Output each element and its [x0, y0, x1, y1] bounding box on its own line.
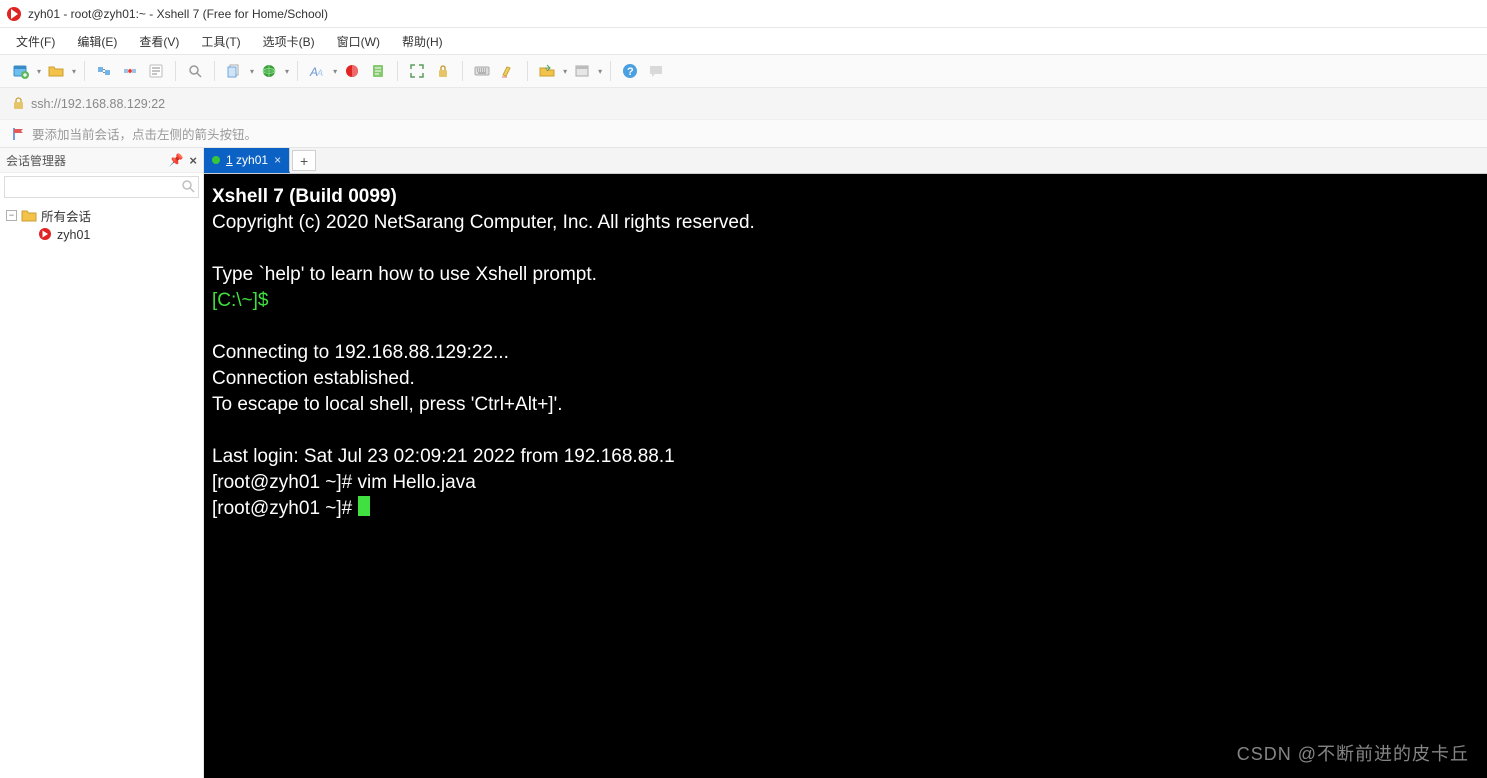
session-tree: − 所有会话 zyh01	[0, 201, 203, 249]
new-window-button[interactable]	[571, 60, 593, 82]
menu-view[interactable]: 查看(V)	[131, 30, 187, 53]
terminal[interactable]: Xshell 7 (Build 0099) Copyright (c) 2020…	[204, 174, 1487, 778]
keyboard-button[interactable]	[471, 60, 493, 82]
terminal-line: Xshell 7 (Build 0099)	[212, 186, 397, 207]
separator	[297, 61, 298, 81]
menu-bar: 文件(F) 编辑(E) 查看(V) 工具(T) 选项卡(B) 窗口(W) 帮助(…	[0, 28, 1487, 54]
new-session-button[interactable]	[10, 60, 32, 82]
svg-text:?: ?	[627, 66, 634, 78]
terminal-cursor	[358, 496, 370, 516]
separator	[84, 61, 85, 81]
terminal-line: Last login: Sat Jul 23 02:09:21 2022 fro…	[212, 446, 675, 467]
help-button[interactable]: ?	[619, 60, 641, 82]
separator	[462, 61, 463, 81]
address-text: ssh://192.168.88.129:22	[31, 97, 165, 111]
terminal-line: Connecting to 192.168.88.129:22...	[212, 342, 509, 363]
hint-text: 要添加当前会话，点击左侧的箭头按钮。	[32, 124, 257, 143]
workspace: 会话管理器 📌 × − 所有会话 zyh01	[0, 148, 1487, 778]
dropdown-icon[interactable]: ▾	[333, 67, 337, 76]
tree-item[interactable]: zyh01	[4, 225, 199, 245]
session-manager-panel: 会话管理器 📌 × − 所有会话 zyh01	[0, 148, 204, 778]
menu-file[interactable]: 文件(F)	[8, 30, 63, 53]
terminal-local-prompt: [C:\~]$	[212, 290, 269, 311]
dropdown-icon[interactable]: ▾	[563, 67, 567, 76]
address-bar[interactable]: ssh://192.168.88.129:22	[0, 88, 1487, 120]
lock-icon	[12, 97, 25, 110]
lock-button[interactable]	[432, 60, 454, 82]
flag-icon	[12, 127, 26, 141]
tab-close-icon[interactable]: ×	[274, 153, 281, 167]
dropdown-icon[interactable]: ▾	[285, 67, 289, 76]
tree-item-label: zyh01	[57, 228, 90, 242]
menu-edit[interactable]: 编辑(E)	[69, 30, 125, 53]
tab-session[interactable]: 1 zyh01 ×	[204, 148, 290, 173]
window-title: zyh01 - root@zyh01:~ - Xshell 7 (Free fo…	[28, 7, 328, 21]
terminal-line: Type `help' to learn how to use Xshell p…	[212, 264, 597, 285]
separator	[214, 61, 215, 81]
toolbar: ▾ ▾ ▾ ▾ AA ▾ ▾ ▾ ?	[0, 54, 1487, 88]
svg-text:A: A	[316, 68, 323, 78]
highlight-button[interactable]	[497, 60, 519, 82]
terminal-line: Copyright (c) 2020 NetSarang Computer, I…	[212, 212, 755, 233]
dropdown-icon[interactable]: ▾	[37, 67, 41, 76]
chat-button[interactable]	[645, 60, 667, 82]
session-manager-title: 会话管理器	[6, 152, 66, 169]
collapse-icon[interactable]: −	[6, 210, 17, 221]
panel-close-icon[interactable]: ×	[189, 153, 197, 168]
session-search	[0, 173, 203, 201]
hint-bar: 要添加当前会话，点击左侧的箭头按钮。	[0, 120, 1487, 148]
font-button[interactable]: AA	[306, 60, 328, 82]
fullscreen-button[interactable]	[406, 60, 428, 82]
properties-button[interactable]	[145, 60, 167, 82]
add-tab-button[interactable]: +	[292, 150, 316, 171]
terminal-line: [root@zyh01 ~]# vim Hello.java	[212, 472, 476, 493]
separator	[610, 61, 611, 81]
main-area: 1 zyh01 × + Xshell 7 (Build 0099) Copyri…	[204, 148, 1487, 778]
separator	[527, 61, 528, 81]
disconnect-button[interactable]	[119, 60, 141, 82]
terminal-line: Connection established.	[212, 368, 415, 389]
open-button[interactable]	[45, 60, 67, 82]
color-scheme-button[interactable]	[341, 60, 363, 82]
folder-icon	[21, 208, 37, 222]
tree-root[interactable]: − 所有会话	[4, 205, 199, 225]
menu-tabs[interactable]: 选项卡(B)	[255, 30, 323, 53]
tab-index: 1	[226, 153, 233, 167]
dropdown-icon[interactable]: ▾	[598, 67, 602, 76]
terminal-line: To escape to local shell, press 'Ctrl+Al…	[212, 394, 562, 415]
terminal-line: [root@zyh01 ~]#	[212, 498, 358, 519]
dropdown-icon[interactable]: ▾	[250, 67, 254, 76]
pin-icon[interactable]: 📌	[168, 153, 183, 167]
status-dot-icon	[212, 156, 220, 164]
tab-name: zyh01	[236, 153, 268, 167]
menu-window[interactable]: 窗口(W)	[329, 30, 388, 53]
separator	[175, 61, 176, 81]
tab-strip: 1 zyh01 × +	[204, 148, 1487, 174]
session-manager-header: 会话管理器 📌 ×	[0, 148, 203, 173]
script-button[interactable]	[367, 60, 389, 82]
tree-root-label: 所有会话	[41, 206, 91, 225]
menu-help[interactable]: 帮助(H)	[394, 30, 451, 53]
app-logo-icon	[6, 6, 22, 22]
find-button[interactable]	[184, 60, 206, 82]
paste-button[interactable]	[258, 60, 280, 82]
copy-button[interactable]	[223, 60, 245, 82]
separator	[397, 61, 398, 81]
reconnect-button[interactable]	[93, 60, 115, 82]
session-icon	[38, 227, 52, 244]
dropdown-icon[interactable]: ▾	[72, 67, 76, 76]
session-search-input[interactable]	[4, 176, 199, 198]
title-bar: zyh01 - root@zyh01:~ - Xshell 7 (Free fo…	[0, 0, 1487, 28]
menu-tools[interactable]: 工具(T)	[193, 30, 248, 53]
xftp-button[interactable]	[536, 60, 558, 82]
